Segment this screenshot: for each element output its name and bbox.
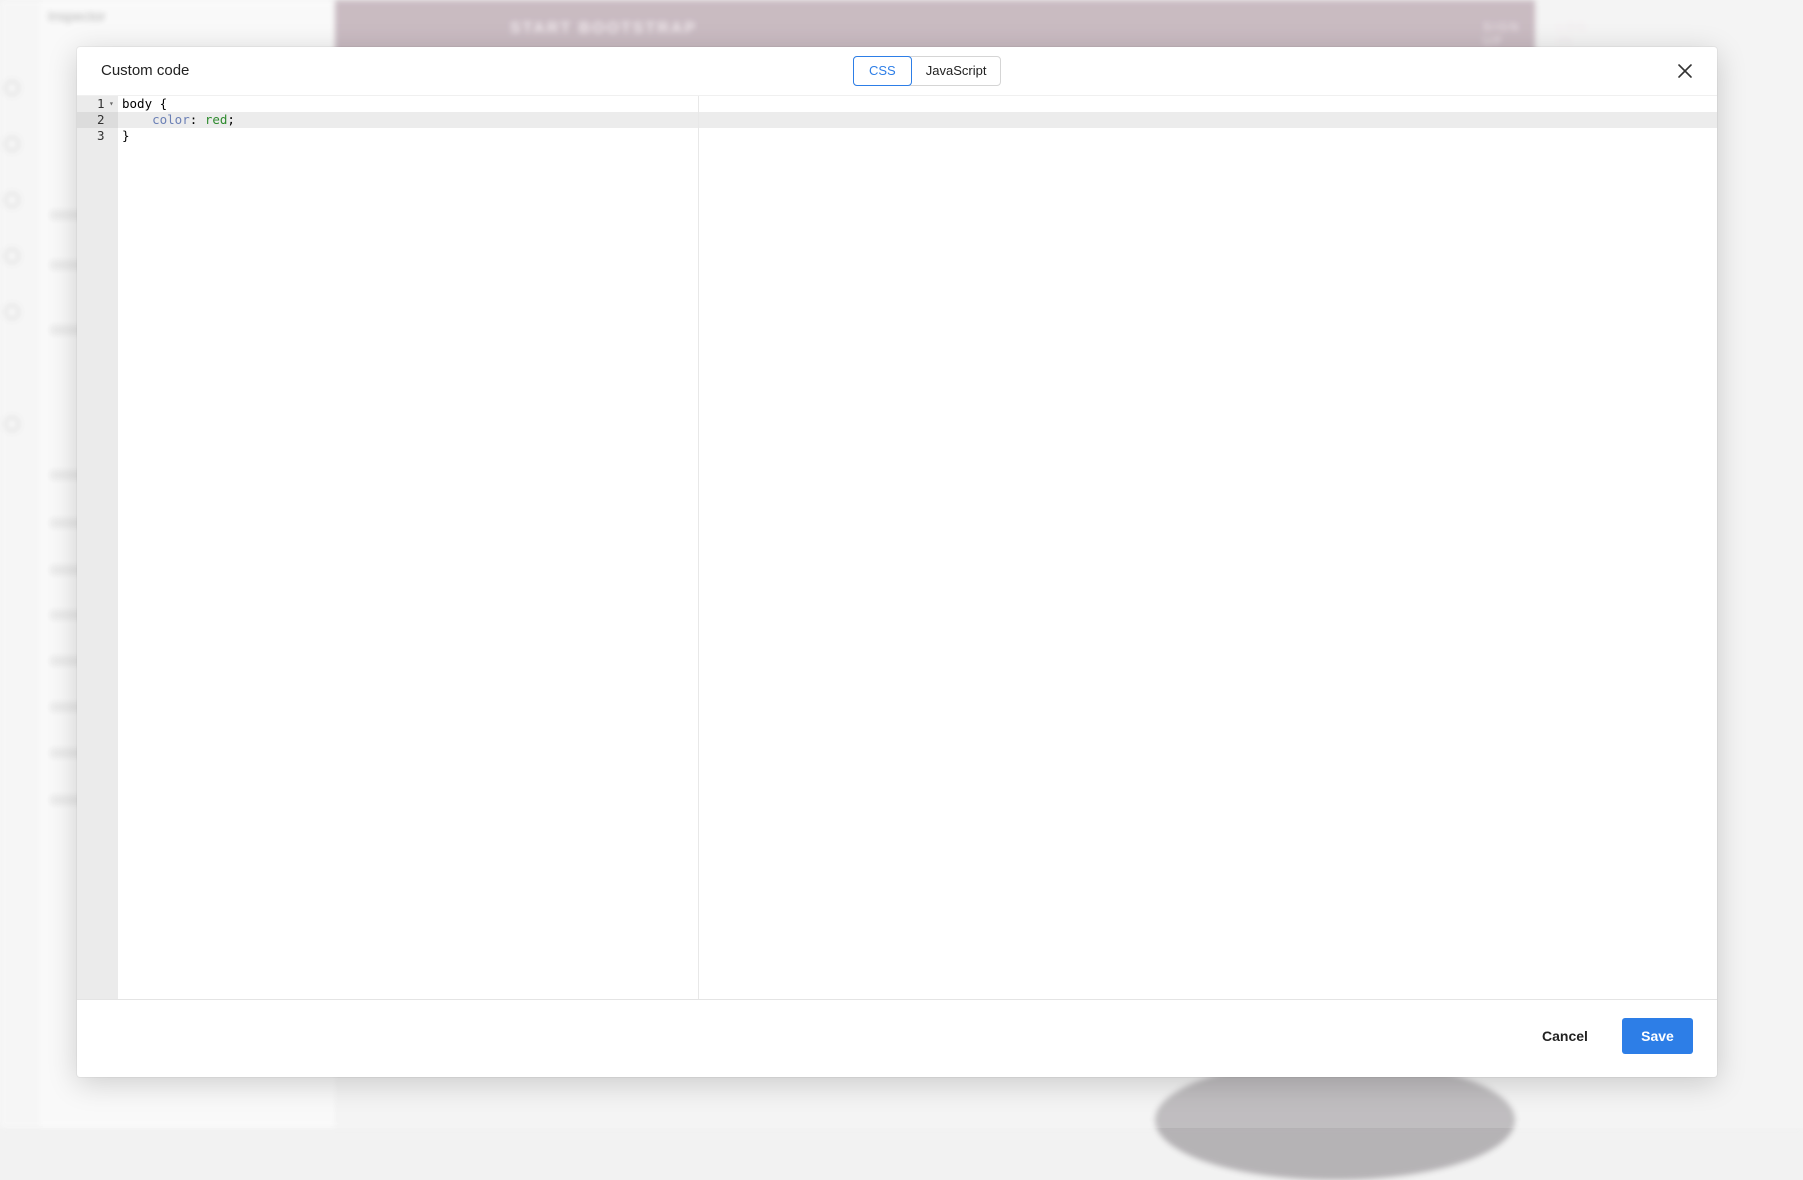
tab-javascript[interactable]: JavaScript xyxy=(912,57,1001,85)
language-tabs: CSS JavaScript xyxy=(853,56,1002,86)
line-number: 3 xyxy=(77,128,118,144)
custom-code-dialog: Custom code CSS JavaScript 1 ▾ 2 3 body … xyxy=(77,47,1717,1077)
dialog-title: Custom code xyxy=(101,62,190,79)
close-button[interactable] xyxy=(1675,61,1695,81)
close-icon xyxy=(1678,64,1692,78)
css-close-brace: } xyxy=(122,128,130,143)
dialog-footer: Cancel Save xyxy=(77,999,1717,1077)
line-number-text: 2 xyxy=(97,112,105,127)
cancel-button[interactable]: Cancel xyxy=(1528,1018,1602,1054)
line-number-text: 1 xyxy=(97,96,105,111)
css-semicolon: ; xyxy=(227,112,235,127)
code-line-3: } xyxy=(122,128,130,144)
dialog-header: Custom code CSS JavaScript xyxy=(77,47,1717,95)
print-margin xyxy=(698,96,699,999)
css-property: color xyxy=(152,112,190,127)
line-number-gutter: 1 ▾ 2 3 xyxy=(77,96,118,999)
save-button[interactable]: Save xyxy=(1622,1018,1693,1054)
code-line-2: color: red; xyxy=(122,112,235,128)
active-line-highlight xyxy=(118,112,1717,128)
tab-css[interactable]: CSS xyxy=(853,56,912,86)
css-open-brace: { xyxy=(152,96,168,111)
line-number: 2 xyxy=(77,112,118,128)
code-editor[interactable]: 1 ▾ 2 3 body { color: red; } xyxy=(77,95,1717,1000)
fold-arrow-icon[interactable]: ▾ xyxy=(109,96,114,112)
css-value: red xyxy=(204,112,228,127)
line-number: 1 ▾ xyxy=(77,96,118,112)
css-selector: body xyxy=(122,96,153,111)
line-number-text: 3 xyxy=(97,128,105,143)
css-colon: : xyxy=(189,112,205,127)
code-line-1: body { xyxy=(122,96,167,112)
